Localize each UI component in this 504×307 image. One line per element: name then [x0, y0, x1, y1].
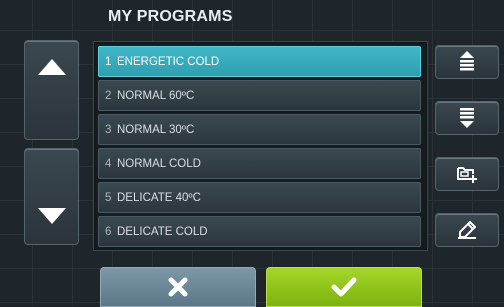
move-down-button[interactable]	[435, 101, 499, 135]
confirm-button[interactable]	[266, 267, 422, 307]
pencil-icon	[458, 221, 476, 239]
program-number: 2	[105, 89, 112, 102]
cancel-button[interactable]	[100, 267, 256, 307]
program-row[interactable]: 6 DELICATE COLD	[98, 216, 421, 247]
program-list: 1 ENERGETIC COLD 2 NORMAL 60ºC 3 NORMAL …	[94, 42, 427, 250]
program-row[interactable]: 1 ENERGETIC COLD	[98, 46, 421, 77]
program-row[interactable]: 4 NORMAL COLD	[98, 148, 421, 179]
move-up-icon	[460, 51, 474, 71]
program-number: 1	[105, 55, 112, 68]
edit-button[interactable]	[435, 213, 499, 247]
program-number: 5	[105, 191, 112, 204]
page-title: MY PROGRAMS	[108, 8, 233, 25]
program-name: NORMAL 30ºC	[117, 123, 195, 136]
add-folder-button[interactable]	[435, 157, 499, 191]
program-name: NORMAL COLD	[117, 157, 201, 170]
program-row[interactable]: 2 NORMAL 60ºC	[98, 80, 421, 111]
program-name: NORMAL 60ºC	[117, 89, 195, 102]
triangle-up-icon	[37, 59, 66, 75]
scroll-down-button[interactable]	[24, 148, 79, 245]
move-up-button[interactable]	[435, 45, 499, 79]
move-down-icon	[460, 108, 474, 128]
program-row[interactable]: 3 NORMAL 30ºC	[98, 114, 421, 145]
check-icon	[331, 277, 357, 297]
program-name: ENERGETIC COLD	[117, 55, 220, 68]
program-name: DELICATE 40ºC	[117, 191, 201, 204]
program-row[interactable]: 5 DELICATE 40ºC	[98, 182, 421, 213]
scroll-up-button[interactable]	[24, 40, 79, 140]
program-number: 6	[105, 225, 112, 238]
program-number: 3	[105, 123, 112, 136]
triangle-down-icon	[37, 208, 66, 224]
folder-add-icon	[457, 167, 477, 183]
program-number: 4	[105, 157, 112, 170]
program-name: DELICATE COLD	[117, 225, 208, 238]
cross-icon	[168, 277, 188, 297]
